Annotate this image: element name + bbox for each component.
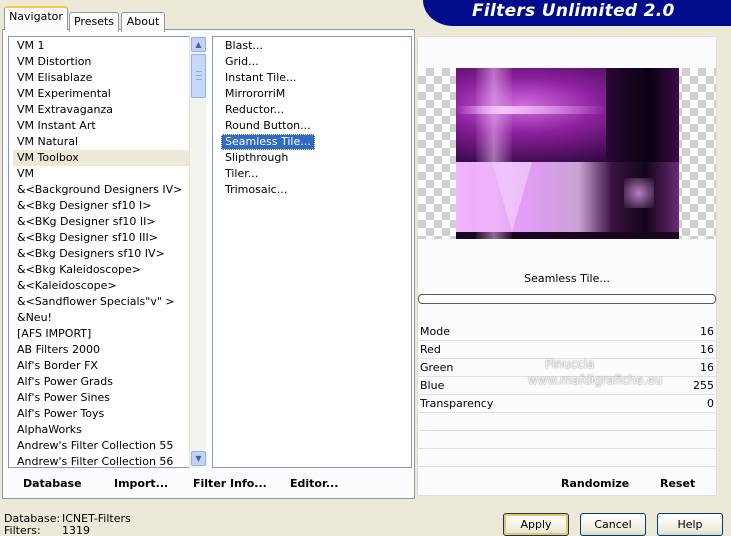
filter-category-item[interactable]: &<Background Designers IV> [13, 182, 191, 198]
randomize-button[interactable]: Randomize [561, 472, 629, 496]
filter-list-scrollbar[interactable]: ▲ ▼ [189, 36, 206, 468]
filter-category-item[interactable]: &<Kaleidoscope> [13, 278, 191, 294]
scroll-up-button[interactable]: ▲ [191, 37, 206, 52]
scroll-down-button[interactable]: ▼ [191, 451, 206, 466]
param-row-empty [417, 413, 717, 431]
preview-button-bar: Randomize Reset [417, 472, 717, 496]
param-value[interactable]: 255 [693, 379, 714, 392]
help-button[interactable]: Help [657, 513, 723, 536]
database-button[interactable]: Database [23, 472, 82, 496]
cancel-button[interactable]: Cancel [580, 513, 646, 536]
param-row-empty [417, 449, 717, 467]
import-button[interactable]: Import... [114, 472, 168, 496]
effect-item[interactable]: Round Button... [221, 118, 315, 134]
filter-category-item[interactable]: Andrew's Filter Collection 56 [13, 454, 191, 467]
filter-category-item[interactable]: AB Filters 2000 [13, 342, 191, 358]
tab-navigator[interactable]: Navigator [4, 6, 68, 30]
filter-category-item[interactable]: Alf's Power Sines [13, 390, 191, 406]
apply-button[interactable]: Apply [503, 513, 569, 536]
reset-button[interactable]: Reset [660, 472, 695, 496]
filter-category-item[interactable]: &<Sandflower Specials"v" > [13, 294, 191, 310]
watermark-line1: Pinuccia [545, 357, 595, 371]
parameter-table: Mode 16 Red 16 Green 16 Blue 255 Transpa… [417, 323, 717, 467]
filter-category-item[interactable]: VM Toolbox [13, 150, 191, 166]
effect-item[interactable]: Slipthrough [221, 150, 315, 166]
filter-category-list[interactable]: VM 1 VM Distortion VM Elisablaze VM Experim… [8, 36, 206, 468]
param-row-empty [417, 431, 717, 449]
effect-item[interactable]: Tiler... [221, 166, 315, 182]
status-area: Database: ICNET-Filters Filters: 1319 [4, 513, 131, 536]
effect-item[interactable]: Instant Tile... [221, 70, 315, 86]
param-value[interactable]: 0 [707, 397, 714, 410]
param-value[interactable]: 16 [700, 361, 714, 374]
param-name: Blue [420, 379, 445, 392]
param-name: Transparency [420, 397, 494, 410]
filter-category-item[interactable]: VM [13, 166, 191, 182]
param-row-mode[interactable]: Mode 16 [417, 323, 717, 341]
filter-category-item[interactable]: &<Bkg Designers sf10 IV> [13, 246, 191, 262]
filter-category-item[interactable]: Alf's Power Toys [13, 406, 191, 422]
filter-category-item[interactable]: Alf's Power Grads [13, 374, 191, 390]
filters-count-label: Filters: [4, 524, 41, 536]
filters-count-value: 1319 [62, 524, 90, 536]
effect-item[interactable]: Grid... [221, 54, 315, 70]
effect-item[interactable]: Reductor... [221, 102, 315, 118]
param-name: Mode [420, 325, 450, 338]
effect-item[interactable]: MirrororriM [221, 86, 315, 102]
param-value[interactable]: 16 [700, 325, 714, 338]
filter-category-item[interactable]: &<Bkg Designer sf10 III> [13, 230, 191, 246]
editor-button[interactable]: Editor... [290, 472, 338, 496]
filter-category-item[interactable]: &<Bkg Designer sf10 I> [13, 198, 191, 214]
param-name: Red [420, 343, 441, 356]
effect-item[interactable]: Seamless Tile... [221, 134, 315, 150]
filter-category-item[interactable]: Andrew's Filter Collection 55 [13, 438, 191, 454]
watermark-line2: www.mafdigrafiche.eu [527, 373, 663, 387]
watermark: Pinuccia www.mafdigrafiche.eu [505, 356, 685, 388]
progress-bar [418, 294, 716, 304]
filter-category-item[interactable]: &<Bkg Kaleidoscope> [13, 262, 191, 278]
effect-list[interactable]: Blast... Grid... Instant Tile... Mirrororri… [212, 36, 412, 468]
filter-category-item[interactable]: VM Elisablaze [13, 70, 191, 86]
selected-effect-name: Seamless Tile... [524, 272, 610, 285]
preview-image [456, 68, 679, 239]
effect-item[interactable]: Trimosaic... [221, 182, 315, 198]
filter-category-item[interactable]: VM Distortion [13, 54, 191, 70]
effect-item[interactable]: Blast... [221, 38, 315, 54]
tab-about[interactable]: About [121, 12, 165, 32]
filter-category-item[interactable]: [AFS IMPORT] [13, 326, 191, 342]
filter-category-item[interactable]: &<BKg Designer sf10 II> [13, 214, 191, 230]
filter-category-item[interactable]: VM Extravaganza [13, 102, 191, 118]
param-value[interactable]: 16 [700, 343, 714, 356]
filter-category-item[interactable]: VM 1 [13, 38, 191, 54]
filter-category-item[interactable]: VM Experimental [13, 86, 191, 102]
filter-category-item[interactable]: &Neu! [13, 310, 191, 326]
filter-category-item[interactable]: AlphaWorks [13, 422, 191, 438]
scroll-thumb[interactable] [191, 54, 206, 98]
navigator-button-bar: Database Import... Filter Info... Editor… [8, 472, 412, 496]
filter-category-item[interactable]: VM Natural [13, 134, 191, 150]
filter-info-button[interactable]: Filter Info... [193, 472, 267, 496]
app-title: Filters Unlimited 2.0 [472, 1, 675, 21]
tab-presets[interactable]: Presets [69, 12, 119, 32]
filter-category-item[interactable]: Alf's Border FX [13, 358, 191, 374]
param-row-transparency[interactable]: Transparency 0 [417, 395, 717, 413]
param-name: Green [420, 361, 454, 374]
filter-category-item[interactable]: VM Instant Art [13, 118, 191, 134]
